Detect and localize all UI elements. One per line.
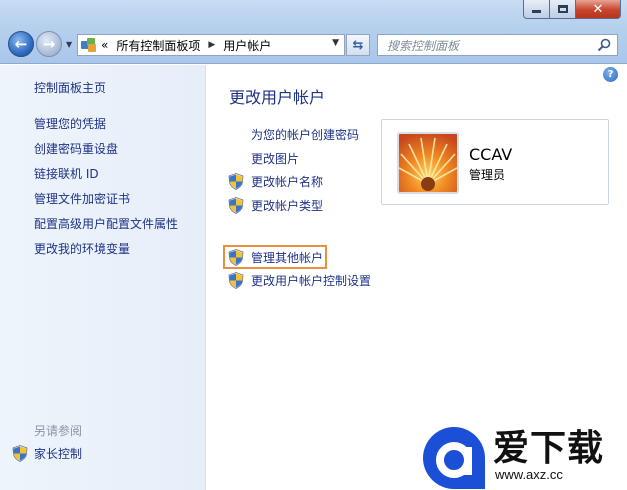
manage-credentials-link[interactable]: 管理您的凭据 bbox=[34, 115, 106, 132]
search-placeholder: 搜索控制面板 bbox=[387, 38, 460, 53]
parental-controls-link[interactable]: 家长控制 bbox=[12, 445, 82, 462]
address-bar[interactable]: « 所有控制面板项 ▶ 用户帐户 ▼ bbox=[77, 34, 345, 56]
refresh-icon: ⇆ bbox=[352, 37, 364, 53]
refresh-button[interactable]: ⇆ bbox=[346, 34, 370, 56]
change-uac-settings-link[interactable]: 更改用户帐户控制设置 bbox=[228, 272, 371, 289]
back-button[interactable]: ← bbox=[8, 31, 34, 57]
recent-pages-dropdown[interactable]: ▼ bbox=[66, 40, 72, 49]
user-avatar[interactable] bbox=[397, 132, 459, 194]
breadcrumb-all-items[interactable]: 所有控制面板项 bbox=[116, 37, 200, 54]
page-title: 更改用户帐户 bbox=[229, 88, 326, 107]
search-icon[interactable] bbox=[597, 38, 611, 52]
uac-shield-icon bbox=[228, 173, 244, 190]
manage-other-accounts-link[interactable]: 管理其他帐户 bbox=[228, 249, 323, 266]
manage-other-accounts-label: 管理其他帐户 bbox=[251, 251, 324, 265]
control-panel-icon bbox=[81, 38, 97, 52]
watermark: 爱下载 www.axz.cc bbox=[417, 415, 627, 490]
navigation-buttons: ← → ▼ bbox=[8, 31, 72, 57]
minimize-button[interactable] bbox=[523, 0, 550, 19]
uac-shield-icon bbox=[12, 445, 28, 462]
change-picture-link[interactable]: 更改图片 bbox=[251, 150, 299, 167]
help-icon[interactable]: ? bbox=[603, 67, 618, 82]
address-dropdown-icon[interactable]: ▼ bbox=[332, 38, 339, 48]
user-name: CCAV bbox=[469, 145, 513, 164]
link-online-id-link[interactable]: 链接联机 ID bbox=[34, 165, 99, 182]
maximize-icon bbox=[557, 5, 568, 13]
close-button[interactable]: ✕ bbox=[576, 0, 621, 19]
user-role: 管理员 bbox=[469, 168, 506, 182]
user-account-card: CCAV 管理员 bbox=[381, 119, 609, 205]
uac-shield-icon bbox=[228, 197, 244, 214]
change-account-type-label: 更改帐户类型 bbox=[251, 199, 324, 213]
breadcrumb-separator-icon[interactable]: ▶ bbox=[208, 40, 215, 50]
change-account-type-link[interactable]: 更改帐户类型 bbox=[228, 197, 323, 214]
manage-encryption-certificates-link[interactable]: 管理文件加密证书 bbox=[34, 190, 130, 207]
address-overflow[interactable]: « bbox=[101, 38, 108, 52]
change-environment-variables-link[interactable]: 更改我的环境变量 bbox=[34, 240, 130, 257]
see-also-heading: 另请参阅 bbox=[34, 424, 83, 438]
advanced-profile-properties-link[interactable]: 配置高级用户配置文件属性 bbox=[34, 215, 178, 232]
change-account-name-label: 更改帐户名称 bbox=[251, 175, 324, 189]
breadcrumb-user-accounts[interactable]: 用户帐户 bbox=[223, 37, 271, 54]
back-arrow-icon: ← bbox=[14, 35, 28, 53]
site-logo-icon bbox=[423, 427, 485, 489]
create-password-link[interactable]: 为您的帐户创建密码 bbox=[251, 126, 359, 143]
uac-shield-icon bbox=[228, 272, 244, 289]
watermark-url: www.axz.cc bbox=[495, 467, 563, 482]
change-account-name-link[interactable]: 更改帐户名称 bbox=[228, 173, 323, 190]
uac-shield-icon bbox=[228, 249, 244, 266]
flower-picture-icon bbox=[399, 134, 457, 192]
maximize-button[interactable] bbox=[550, 0, 576, 19]
forward-button[interactable]: → bbox=[36, 31, 62, 57]
close-icon: ✕ bbox=[592, 1, 604, 17]
caption-buttons: ✕ bbox=[523, 0, 621, 19]
minimize-icon bbox=[532, 10, 541, 13]
control-panel-home-link[interactable]: 控制面板主页 bbox=[34, 79, 106, 96]
create-reset-disk-link[interactable]: 创建密码重设盘 bbox=[34, 140, 118, 157]
window-title-bar: ✕ ← → ▼ « 所有控制面板项 ▶ 用户帐户 ▼ ⇆ 搜索控制面板 bbox=[0, 0, 627, 64]
left-navigation-pane: 控制面板主页 管理您的凭据 创建密码重设盘 链接联机 ID 管理文件加密证书 配… bbox=[0, 65, 206, 490]
watermark-brand: 爱下载 bbox=[493, 428, 605, 469]
forward-arrow-icon: → bbox=[42, 35, 56, 53]
change-uac-settings-label: 更改用户帐户控制设置 bbox=[251, 274, 372, 288]
parental-controls-label: 家长控制 bbox=[34, 447, 83, 461]
search-input[interactable]: 搜索控制面板 bbox=[377, 34, 618, 56]
